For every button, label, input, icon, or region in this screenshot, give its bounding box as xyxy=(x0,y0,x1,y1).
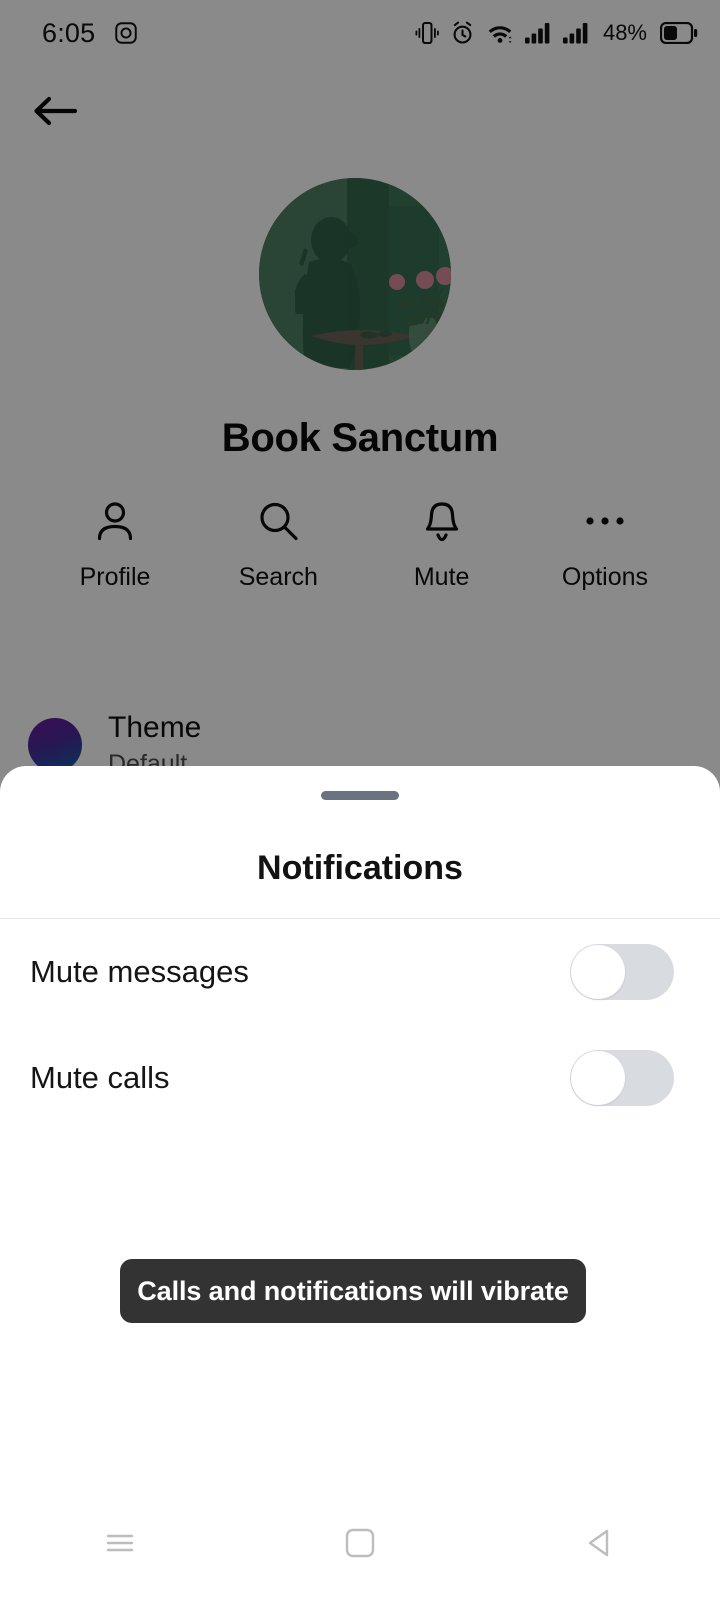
home-square-icon xyxy=(343,1526,377,1565)
sheet-drag-handle[interactable] xyxy=(321,791,399,800)
toggle-label: Mute messages xyxy=(30,954,249,989)
recents-button[interactable] xyxy=(65,1505,175,1585)
mute-messages-toggle[interactable] xyxy=(570,944,674,1000)
sheet-title: Notifications xyxy=(257,849,463,887)
system-navigation-bar xyxy=(0,1490,720,1600)
toggle-label: Mute calls xyxy=(30,1060,170,1095)
back-nav-button[interactable] xyxy=(545,1505,655,1585)
phone-screen: 6:05 48% Book Sanctum Profile Search Mut… xyxy=(0,0,720,1600)
home-button[interactable] xyxy=(305,1505,415,1585)
toast-message: Calls and notifications will vibrate xyxy=(137,1275,569,1306)
toast-snackbar: Calls and notifications will vibrate xyxy=(120,1259,586,1323)
row-mute-messages[interactable]: Mute messages xyxy=(0,919,720,1025)
toggle-knob xyxy=(571,945,625,999)
recents-menu-icon xyxy=(102,1528,138,1563)
notifications-bottom-sheet: Notifications Mute messages Mute calls xyxy=(0,766,720,1600)
row-mute-calls[interactable]: Mute calls xyxy=(0,1025,720,1131)
mute-calls-toggle[interactable] xyxy=(570,1050,674,1106)
back-triangle-icon xyxy=(583,1526,617,1565)
toggle-knob xyxy=(571,1051,625,1105)
